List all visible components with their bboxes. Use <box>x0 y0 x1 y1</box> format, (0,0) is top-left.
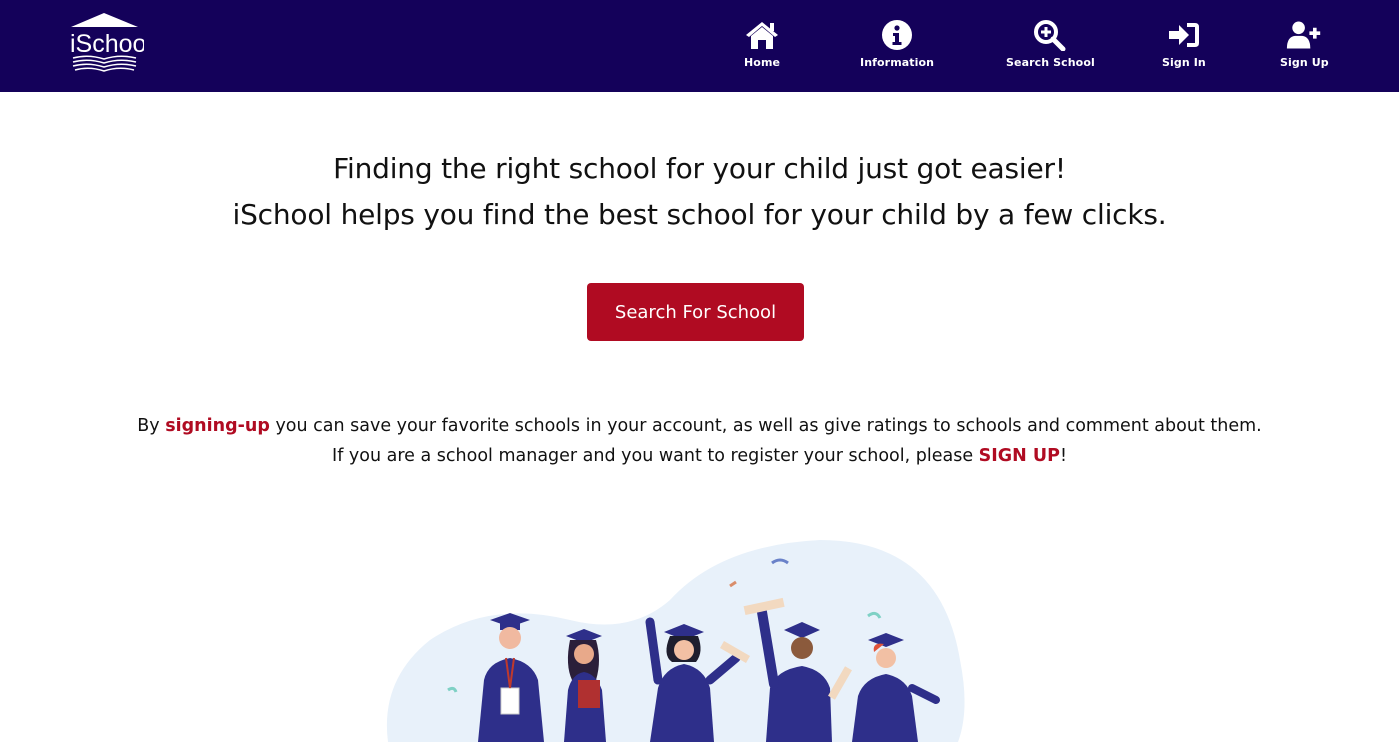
hero-line-2: iSchool helps you find the best school f… <box>232 198 1167 231</box>
signing-up-link[interactable]: signing-up <box>165 416 270 436</box>
home-icon <box>744 18 780 52</box>
nav-search-school-label: Search School <box>1006 56 1095 69</box>
nav-home-label: Home <box>744 56 781 69</box>
nav-sign-up[interactable]: Sign Up <box>1280 18 1329 69</box>
hero-headline: Finding the right school for your child … <box>0 146 1399 238</box>
sign-up-link[interactable]: SIGN UP <box>979 446 1060 466</box>
graduates-illustration <box>380 530 980 742</box>
user-plus-icon <box>1286 18 1322 52</box>
info-line-2-prefix: If you are a school manager and you want… <box>332 446 979 466</box>
sign-in-icon <box>1166 18 1202 52</box>
info-line-1-suffix: you can save your favorite schools in yo… <box>269 416 1262 436</box>
nav-information-label: Information <box>860 56 935 69</box>
info-icon <box>879 18 915 52</box>
nav-sign-up-label: Sign Up <box>1280 56 1329 69</box>
info-line-1: By signing-up you can save your favorite… <box>0 411 1399 441</box>
search-plus-icon <box>1032 18 1068 52</box>
ischool-logo[interactable]: iSchool <box>66 11 152 77</box>
nav-search-school[interactable]: Search School <box>1006 18 1095 69</box>
hero-line-1: Finding the right school for your child … <box>333 152 1066 185</box>
nav-information[interactable]: Information <box>860 18 934 69</box>
search-for-school-button[interactable]: Search For School <box>587 283 804 341</box>
info-line-2: If you are a school manager and you want… <box>0 441 1399 471</box>
logo-text: iSchool <box>70 30 144 58</box>
info-line-1-prefix: By <box>137 416 166 436</box>
nav-home[interactable]: Home <box>744 18 780 69</box>
nav-sign-in[interactable]: Sign In <box>1162 18 1206 69</box>
info-line-2-suffix: ! <box>1059 446 1067 466</box>
nav-sign-in-label: Sign In <box>1162 56 1206 69</box>
top-navbar: iSchool Home Information Search School S… <box>0 0 1399 92</box>
signup-info: By signing-up you can save your favorite… <box>0 411 1399 471</box>
